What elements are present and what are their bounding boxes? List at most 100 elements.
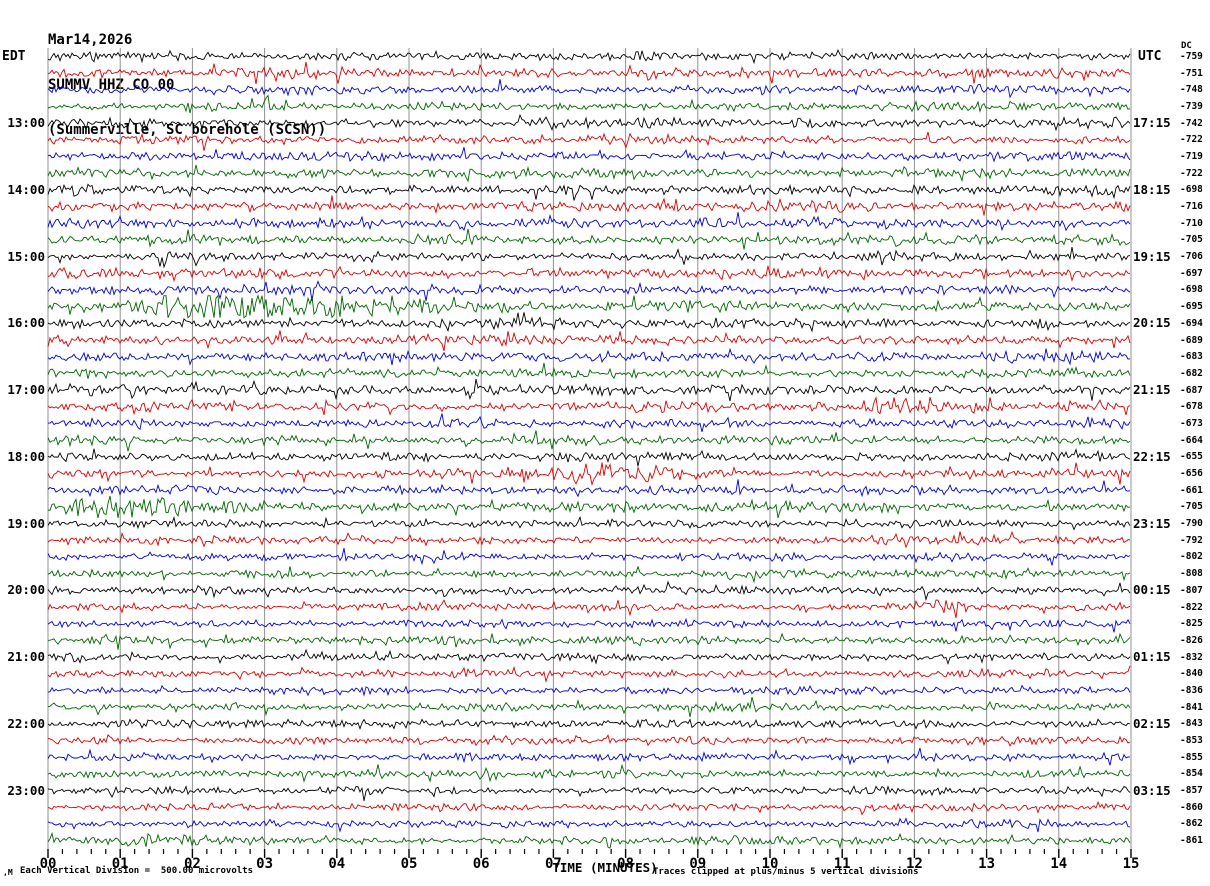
- trace-row-42: [47, 734, 1131, 747]
- clipping-note: Traces clipped at plus/minus 5 vertical …: [653, 867, 919, 877]
- dc-value-row-41: -843: [1180, 718, 1203, 730]
- trace-row-26: [47, 462, 1131, 487]
- dc-value-row-48: -861: [1180, 835, 1203, 847]
- trace-row-33: [47, 580, 1131, 602]
- utc-label-18:15: 18:15: [1133, 181, 1171, 197]
- trace-row-16: [47, 294, 1131, 319]
- utc-label-21:15: 21:15: [1133, 382, 1171, 398]
- trace-row-37: [47, 648, 1131, 666]
- dc-value-row-12: -705: [1180, 234, 1203, 246]
- dc-value-row-18: -689: [1180, 334, 1203, 346]
- trace-row-46: [47, 800, 1131, 816]
- helicorder-page: Mar14,2026 SUMMV HHZ CO 00 (Summerville,…: [0, 0, 1210, 886]
- utc-label-17:15: 17:15: [1133, 115, 1171, 131]
- dc-value-row-10: -716: [1180, 201, 1203, 213]
- trace-row-45: [47, 785, 1131, 801]
- dc-value-row-30: -792: [1180, 534, 1203, 546]
- x-axis-title: TIME (MINUTES): [552, 860, 658, 875]
- dc-value-row-34: -822: [1180, 601, 1203, 613]
- dc-value-row-21: -687: [1180, 384, 1203, 396]
- trace-row-1: [47, 48, 1131, 65]
- dc-value-row-45: -857: [1180, 785, 1203, 797]
- trace-row-3: [47, 79, 1131, 99]
- trace-row-7: [47, 147, 1131, 163]
- dc-value-row-28: -705: [1180, 501, 1203, 513]
- dc-value-row-27: -661: [1180, 484, 1203, 496]
- dc-value-row-5: -742: [1180, 117, 1203, 129]
- trace-row-8: [47, 164, 1131, 183]
- trace-row-27: [47, 479, 1131, 498]
- dc-value-row-6: -722: [1180, 134, 1203, 146]
- dc-value-row-43: -855: [1180, 751, 1203, 763]
- trace-row-22: [47, 396, 1131, 416]
- dc-value-row-33: -807: [1180, 584, 1203, 596]
- edt-label-23:00: 23:00: [7, 782, 45, 798]
- dc-value-row-15: -698: [1180, 284, 1203, 296]
- trace-row-31: [47, 548, 1131, 566]
- trace-row-43: [47, 747, 1131, 766]
- edt-label-17:00: 17:00: [7, 382, 45, 398]
- trace-row-21: [47, 379, 1131, 402]
- dc-value-row-46: -860: [1180, 801, 1203, 813]
- dc-value-row-4: -739: [1180, 100, 1203, 112]
- trace-row-19: [47, 347, 1131, 366]
- trace-row-36: [47, 632, 1131, 650]
- dc-value-row-25: -655: [1180, 451, 1203, 463]
- utc-label-01:15: 01:15: [1133, 649, 1171, 665]
- dc-value-row-8: -722: [1180, 167, 1203, 179]
- dc-value-row-11: -710: [1180, 217, 1203, 229]
- corner-mark: ,M: [3, 868, 13, 877]
- xtick-13: 13: [978, 856, 996, 872]
- trace-row-20: [47, 362, 1131, 380]
- trace-row-34: [47, 599, 1131, 619]
- trace-row-24: [47, 430, 1131, 452]
- utc-label-03:15: 03:15: [1133, 782, 1171, 798]
- xtick-15: 15: [1122, 856, 1140, 872]
- edt-label-20:00: 20:00: [7, 582, 45, 598]
- trace-row-47: [47, 817, 1131, 833]
- dc-value-row-36: -826: [1180, 634, 1203, 646]
- dc-value-row-23: -673: [1180, 417, 1203, 429]
- dc-value-row-3: -748: [1180, 84, 1203, 96]
- dc-value-row-42: -853: [1180, 735, 1203, 747]
- edt-label-19:00: 19:00: [7, 515, 45, 531]
- dc-value-row-31: -802: [1180, 551, 1203, 563]
- dc-value-row-16: -695: [1180, 301, 1203, 313]
- trace-row-30: [47, 530, 1131, 549]
- trace-row-25: [47, 448, 1131, 467]
- trace-row-18: [47, 330, 1131, 352]
- xtick-04: 04: [328, 856, 346, 872]
- trace-row-23: [47, 413, 1131, 433]
- trace-row-9: [47, 183, 1131, 201]
- trace-row-10: [47, 195, 1131, 216]
- utc-label-23:15: 23:15: [1133, 515, 1171, 531]
- trace-row-29: [47, 515, 1131, 531]
- utc-label-00:15: 00:15: [1133, 582, 1171, 598]
- trace-row-41: [47, 718, 1131, 730]
- trace-row-48: [47, 831, 1131, 850]
- xtick-06: 06: [472, 856, 490, 872]
- xtick-05: 05: [400, 856, 418, 872]
- dc-value-row-26: -656: [1180, 468, 1203, 480]
- dc-value-row-39: -836: [1180, 684, 1203, 696]
- dc-value-row-20: -682: [1180, 367, 1203, 379]
- trace-row-44: [47, 763, 1131, 783]
- dc-value-row-19: -683: [1180, 351, 1203, 363]
- trace-row-2: [47, 61, 1131, 85]
- trace-row-6: [47, 131, 1131, 151]
- dc-value-row-29: -790: [1180, 518, 1203, 530]
- dc-value-row-44: -854: [1180, 768, 1203, 780]
- dc-value-row-2: -751: [1180, 67, 1203, 79]
- dc-value-row-47: -862: [1180, 818, 1203, 830]
- trace-row-4: [47, 94, 1131, 114]
- dc-value-row-35: -825: [1180, 618, 1203, 630]
- dc-value-row-1: -759: [1180, 50, 1203, 62]
- edt-label-15:00: 15:00: [7, 248, 45, 264]
- seismogram-plot: [47, 48, 1132, 858]
- dc-value-row-9: -698: [1180, 184, 1203, 196]
- trace-row-5: [47, 113, 1131, 132]
- trace-row-32: [47, 565, 1131, 584]
- xtick-14: 14: [1050, 856, 1068, 872]
- vertical-division-note: Each Vertical Division = 500.00 microvol…: [20, 866, 253, 876]
- dc-value-row-24: -664: [1180, 434, 1203, 446]
